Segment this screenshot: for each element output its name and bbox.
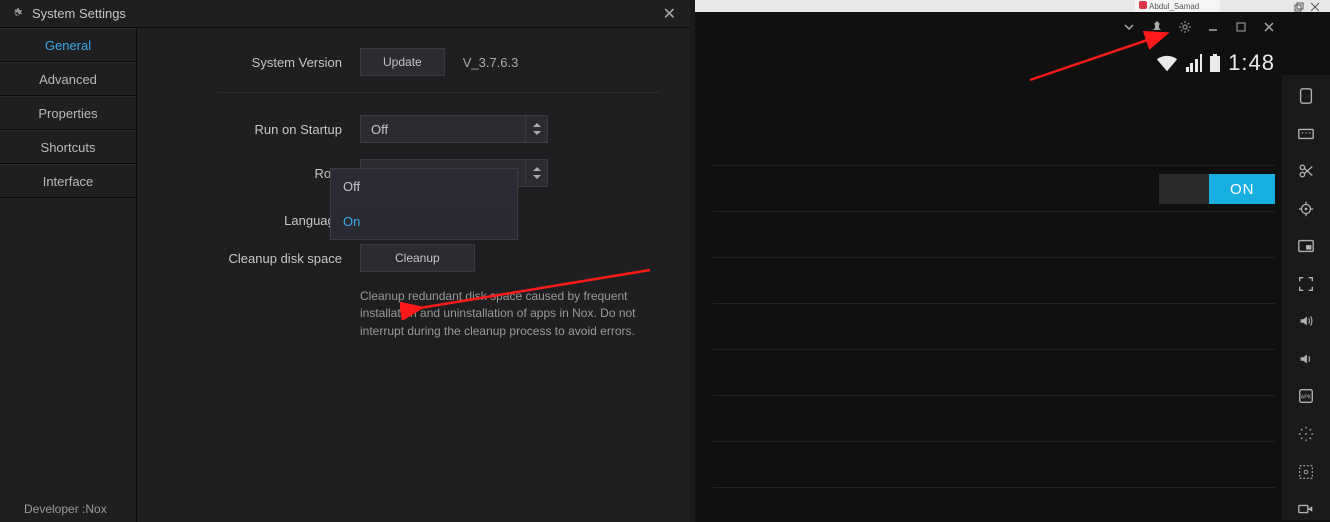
wa-icon [1139,1,1147,9]
list-item[interactable] [713,258,1275,304]
startup-select[interactable]: Off [360,115,548,143]
record-icon[interactable] [1295,498,1317,520]
cleanup-button[interactable]: Cleanup [360,244,475,272]
gear-icon[interactable] [1176,18,1194,36]
tab-advanced[interactable]: Advanced [0,62,136,96]
volume-up-icon[interactable] [1295,310,1317,332]
location-icon[interactable] [1295,198,1317,220]
spinner-icon [525,116,547,142]
toggle-switch[interactable]: ON [1159,174,1275,204]
settings-titlebar: System Settings ✕ [0,0,690,28]
root-option-off[interactable]: Off [331,169,517,204]
pin-icon[interactable] [1148,18,1166,36]
list-item[interactable] [713,442,1275,488]
chevron-down-icon[interactable] [1120,18,1138,36]
list-item[interactable] [713,304,1275,350]
tab-shortcuts[interactable]: Shortcuts [0,130,136,164]
browser-restore-icon[interactable] [1294,2,1304,12]
svg-text:APK: APK [1301,395,1312,401]
pip-icon[interactable] [1295,235,1317,257]
settings-tabs: General Advanced Properties Shortcuts In… [0,28,137,522]
developer-label: Developer :Nox [24,502,107,516]
android-statusbar: 1:48 [1156,50,1275,76]
dialog-title: System Settings [32,6,659,21]
battery-icon [1210,54,1220,72]
close-icon[interactable]: ✕ [659,4,680,24]
shake-icon[interactable] [1295,423,1317,445]
tab-interface[interactable]: Interface [0,164,136,198]
tab-general[interactable]: General [0,28,136,62]
cleanup-help: Cleanup redundant disk space caused by f… [360,288,660,340]
browser-tab-label: Abdul_Samad [1149,2,1199,11]
startup-value: Off [371,122,388,137]
list-item[interactable] [713,120,1275,166]
apk-icon[interactable]: APK [1295,386,1317,408]
list-item[interactable] [713,396,1275,442]
browser-chrome [695,0,1330,12]
browser-tab[interactable]: Abdul_Samad [1135,0,1220,12]
emulator-sidebar: APK [1282,75,1330,520]
browser-close-icon[interactable] [1310,2,1320,12]
minimize-icon[interactable] [1204,18,1222,36]
root-label: Root [167,166,342,181]
clock: 1:48 [1228,50,1275,76]
row-startup: Run on Startup Off [167,115,660,143]
settings-content: System Version Update V_3.7.6.3 Run on S… [137,28,690,522]
tab-properties[interactable]: Properties [0,96,136,130]
divider [217,92,660,93]
signal-icon [1186,54,1202,72]
toggle-on-side: ON [1209,174,1275,204]
gear-icon [10,7,24,21]
screenshot-icon[interactable] [1295,461,1317,483]
language-label: Language [167,213,342,228]
rotate-icon[interactable] [1295,85,1317,107]
list-item[interactable] [713,212,1275,258]
keyboard-icon[interactable] [1295,123,1317,145]
fullscreen-icon[interactable] [1295,273,1317,295]
browser-window-buttons [1294,2,1320,12]
list-item[interactable]: ON [713,166,1275,212]
row-cleanup: Cleanup disk space Cleanup [167,244,660,272]
emulator-settings-list: ON [713,120,1275,488]
emulator-toolbar [1120,18,1278,36]
emulator-window: Abdul_Samad 1:48 ON [695,0,1330,522]
close-window-icon[interactable] [1260,18,1278,36]
maximize-icon[interactable] [1232,18,1250,36]
update-button[interactable]: Update [360,48,445,76]
system-version-label: System Version [167,55,342,70]
startup-label: Run on Startup [167,122,342,137]
spinner-icon [525,160,547,186]
wifi-icon [1156,54,1178,72]
root-dropdown: Off On [330,168,518,240]
volume-down-icon[interactable] [1295,348,1317,370]
root-option-on[interactable]: On [331,204,517,239]
scissors-icon[interactable] [1295,160,1317,182]
settings-dialog: System Settings ✕ General Advanced Prope… [0,0,690,522]
version-text: V_3.7.6.3 [463,55,519,70]
cleanup-label: Cleanup disk space [167,251,342,266]
toggle-off-side [1159,174,1209,204]
list-item[interactable] [713,350,1275,396]
row-system-version: System Version Update V_3.7.6.3 [167,48,660,76]
settings-body: General Advanced Properties Shortcuts In… [0,28,690,522]
